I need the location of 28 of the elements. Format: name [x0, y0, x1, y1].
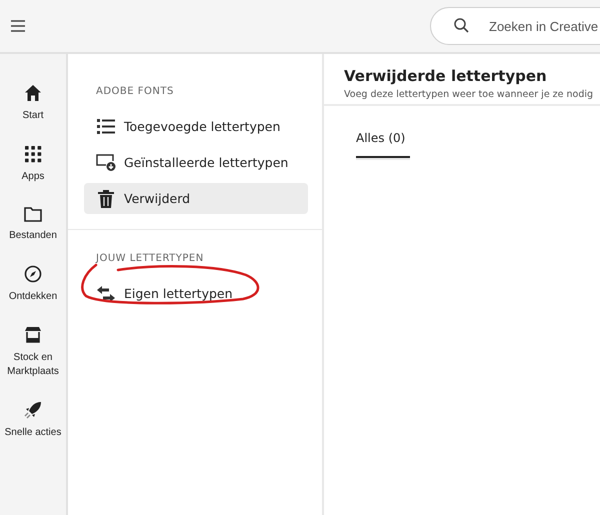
- nav-item[interactable]: Toegevoegde lettertypen: [84, 111, 308, 142]
- storefront-icon: [24, 326, 42, 344]
- section-heading: JOUW LETTERTYPEN: [96, 253, 204, 264]
- monitor-download-icon: [96, 154, 116, 171]
- nav-item[interactable]: Geïnstalleerde lettertypen: [84, 147, 308, 178]
- swap-arrows-icon: [97, 286, 115, 302]
- rail-nav-item[interactable]: Bestanden: [0, 206, 67, 243]
- rocket-icon: [24, 401, 42, 419]
- rail-nav-item[interactable]: Snelle acties: [0, 401, 67, 440]
- nav-item[interactable]: Verwijderd: [84, 183, 308, 214]
- tab[interactable]: Alles (0): [356, 131, 410, 160]
- page-title: Verwijderde lettertypen: [344, 67, 548, 85]
- section-heading: ADOBE FONTS: [96, 86, 174, 97]
- apps-grid-icon: [24, 145, 42, 163]
- rail-nav-item[interactable]: Start: [0, 84, 67, 123]
- rail-nav-item[interactable]: Stock en Marktplaats: [0, 326, 67, 379]
- nav-item[interactable]: Eigen lettertypen: [84, 278, 308, 309]
- folder-icon: [24, 206, 42, 222]
- compass-icon: [24, 265, 42, 283]
- search-icon: [454, 18, 469, 33]
- page-subtitle: Voeg deze lettertypen weer toe wanneer je ze nodig: [344, 89, 594, 100]
- trash-icon: [98, 190, 114, 208]
- search-field[interactable]: Zoeken in Creative: [430, 7, 600, 45]
- home-icon: [24, 84, 42, 102]
- menu-icon[interactable]: [11, 20, 25, 32]
- rail-nav-item[interactable]: Apps: [0, 145, 67, 184]
- rail-nav-item[interactable]: Ontdekken: [0, 265, 67, 304]
- list-icon: [97, 118, 115, 134]
